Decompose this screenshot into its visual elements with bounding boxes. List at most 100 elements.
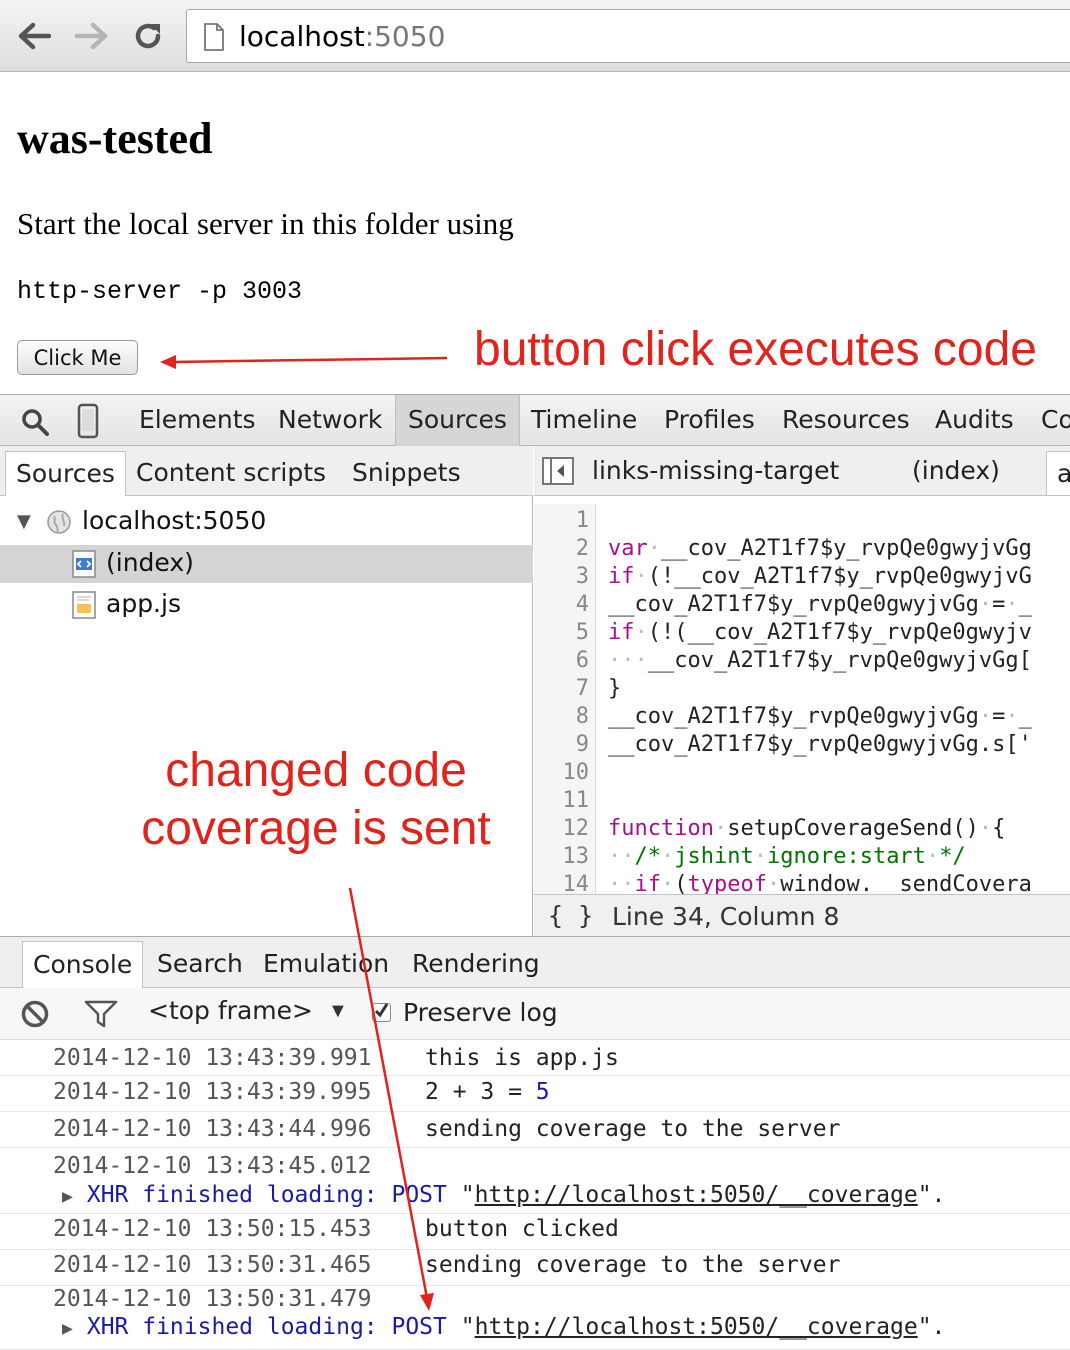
line-number: 11 [562,788,590,813]
filter-icon[interactable] [84,1000,118,1028]
tab-audits[interactable]: Audits [923,395,1026,446]
code-line: __cov_A2T1f7$y_rvpQe0gwyjvGg·=·_ [608,592,1032,617]
expand-triangle-icon: ▶ [62,1186,73,1207]
message-timestamp: 2014-12-10 13:43:39.995 [53,1079,372,1105]
code-line: ··/*·jshint·ignore:start·*/ [608,844,966,869]
console-message: 2014-12-10 13:43:44.996 sending coverage… [0,1112,1070,1148]
message-text: sending coverage to the server [425,1116,841,1142]
console-messages: 2014-12-10 13:43:39.991 this is app.js 2… [0,1040,1070,1350]
console-message: 2014-12-10 13:50:31.479 ▶ XHR finished lo… [0,1286,1070,1350]
code-line: function·setupCoverageSend()·{ [608,816,1006,841]
navigator-tab-sources[interactable]: Sources [5,451,126,496]
drawer-tab-console[interactable]: Console [22,941,144,989]
message-text: 2 + 3 = 5 [425,1079,550,1105]
code-line: __cov_A2T1f7$y_rvpQe0gwyjvGg·=·_ [608,704,1032,729]
message-timestamp: 2014-12-10 13:50:31.479 [53,1286,372,1312]
code-line: ··if·(typeof·window.__sendCovera [608,872,1032,894]
console-message: 2014-12-10 13:50:15.453 button clicked [0,1214,1070,1250]
toggle-navigator-icon[interactable] [542,457,574,485]
xhr-url-link[interactable]: http://localhost:5050/__coverage [475,1314,918,1340]
back-button[interactable] [14,14,54,58]
navigator-tab-content-scripts[interactable]: Content scripts [126,451,336,496]
console-message: 2014-12-10 13:43:45.012 ▶ XHR finished lo… [0,1148,1070,1214]
message-timestamp: 2014-12-10 13:50:31.465 [53,1252,372,1278]
line-number: 7 [575,676,589,701]
message-text: button clicked [425,1216,619,1242]
expand-triangle-icon[interactable]: ▼ [17,511,31,532]
tree-file-label: app.js [106,589,181,618]
message-timestamp: 2014-12-10 13:50:15.453 [53,1216,372,1242]
annotation-coverage-sent: changed code coverage is sent [141,744,491,855]
html-file-icon [72,550,96,578]
url-text: localhost:5050 [239,20,446,53]
code-line: var·__cov_A2T1f7$y_rvpQe0gwyjvGg [608,536,1032,561]
annotation-button-click: button click executes code [474,323,1037,376]
checkmark-icon [374,1003,389,1018]
browser-toolbar: localhost:5050 [0,0,1070,72]
code-line: ···__cov_A2T1f7$y_rvpQe0gwyjvGg[ [608,648,1032,673]
editor-tab-bar: links-missing-target (index) a [534,446,1070,496]
tab-elements[interactable]: Elements [127,395,268,446]
tab-sources[interactable]: Sources [395,395,520,446]
reload-icon [135,23,161,49]
drawer-tab-search[interactable]: Search [147,941,253,989]
code-line: if·(!(__cov_A2T1f7$y_rvpQe0gwyjv [608,620,1032,645]
page-icon [204,23,224,51]
preserve-log-checkbox[interactable] [372,1003,391,1022]
code-line: __cov_A2T1f7$y_rvpQe0gwyjvGg.s[' [608,732,1032,757]
reload-button[interactable] [128,14,168,58]
tab-profiles[interactable]: Profiles [652,395,767,446]
line-number: 6 [575,648,589,673]
cursor-position: Line 34, Column 8 [612,902,840,931]
tree-item-index[interactable]: (index) [0,545,533,583]
editor-tab-links-missing-target[interactable]: links-missing-target [592,446,839,496]
line-number: 1 [575,508,589,533]
dropdown-arrow-icon[interactable]: ▼ [328,1000,348,1023]
console-message: 2014-12-10 13:43:39.995 2 + 3 = 5 [0,1076,1070,1112]
device-mode-icon[interactable] [76,403,100,439]
frame-selector[interactable]: <top frame> [148,996,313,1025]
code-line: if·(!__cov_A2T1f7$y_rvpQe0gwyjvG [608,564,1032,589]
code-area[interactable]: var·__cov_A2T1f7$y_rvpQe0gwyjvGg if·(!__… [608,504,1070,894]
drawer-tab-rendering[interactable]: Rendering [402,941,550,989]
preserve-log-label: Preserve log [403,998,558,1027]
tree-item-app-js[interactable]: app.js [0,586,533,624]
console-message: 2014-12-10 13:43:39.991 this is app.js [0,1040,1070,1076]
line-number: 13 [562,844,590,869]
line-number: 8 [575,704,589,729]
tab-resources[interactable]: Resources [770,395,922,446]
message-timestamp: 2014-12-10 13:43:39.991 [53,1045,372,1071]
page-title: was-tested [17,114,213,163]
editor-tab-app-js[interactable]: a [1046,451,1070,496]
message-timestamp: 2014-12-10 13:43:45.012 [53,1153,372,1179]
search-icon[interactable] [20,407,50,437]
navigator-tab-snippets[interactable]: Snippets [342,451,471,496]
forward-button[interactable] [72,14,112,58]
click-me-button[interactable]: Click Me [17,340,138,375]
drawer-tab-emulation[interactable]: Emulation [253,941,399,989]
tab-console-truncated[interactable]: Co [1029,395,1070,446]
message-text: this is app.js [425,1045,619,1071]
tree-file-label: (index) [106,548,194,577]
console-toolbar: <top frame> ▼ Preserve log [0,988,1070,1040]
xhr-url-link[interactable]: http://localhost:5050/__coverage [475,1182,918,1208]
source-editor: links-missing-target (index) a 1 2 3 4 5… [534,446,1070,936]
tree-item-host[interactable]: ▼ localhost:5050 [0,503,533,541]
clear-console-icon[interactable] [20,999,50,1029]
editor-tab-index[interactable]: (index) [912,446,1000,496]
editor-status-bar: { } Line 34, Column 8 [534,894,1070,936]
forward-arrow-icon [75,22,108,50]
address-bar[interactable]: localhost:5050 [186,9,1070,63]
drawer-tab-bar: Console Search Emulation Rendering [0,936,1070,989]
line-number: 5 [575,620,589,645]
console-message: 2014-12-10 13:50:31.465 sending coverage… [0,1250,1070,1286]
tab-network[interactable]: Network [266,395,394,446]
line-number: 14 [562,872,590,894]
navigator-tabs: Sources Content scripts Snippets [0,446,533,496]
tab-timeline[interactable]: Timeline [519,395,649,446]
xhr-message[interactable]: ▶ XHR finished loading: POST "http://loca… [62,1182,945,1208]
back-arrow-icon [18,22,51,50]
xhr-message[interactable]: ▶ XHR finished loading: POST "http://loca… [62,1314,945,1340]
line-number-gutter: 1 2 3 4 5 6 7 8 9 10 11 12 13 14 [534,504,596,894]
pretty-print-button[interactable]: { } [548,901,593,930]
